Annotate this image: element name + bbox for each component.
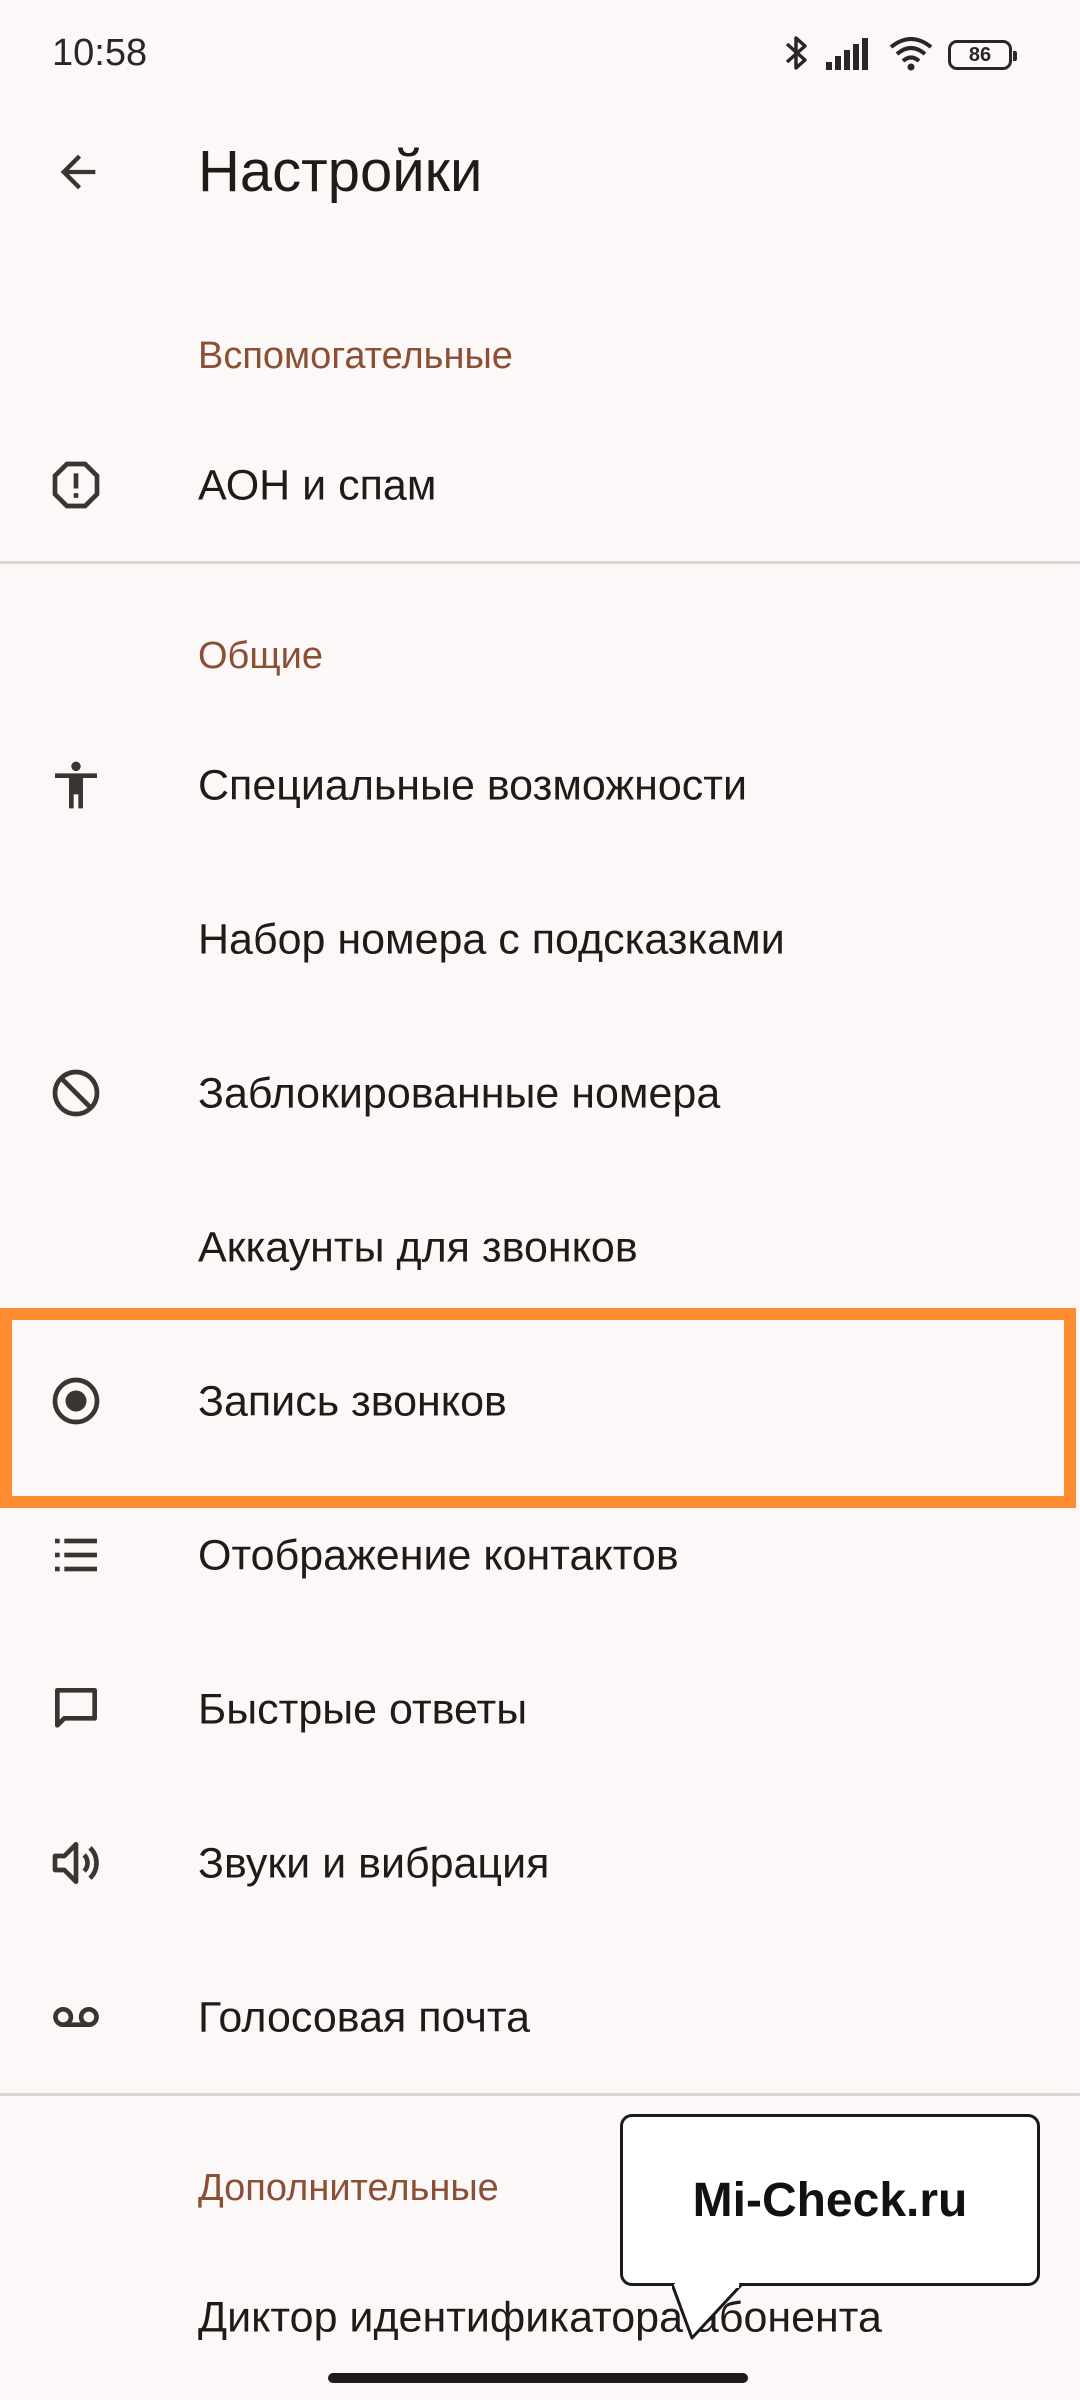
settings-item-label: Диктор идентификатора абонента: [198, 2293, 882, 2342]
list-icon: [40, 1519, 112, 1591]
watermark-tail: [672, 2282, 744, 2340]
volume-icon: [40, 1827, 112, 1899]
status-time: 10:58: [52, 32, 148, 74]
bluetooth-icon: [784, 33, 810, 78]
gesture-nav-handle[interactable]: [328, 2373, 748, 2383]
settings-item-voicemail[interactable]: Голосовая почта: [0, 1941, 1080, 2095]
settings-item-quick-responses[interactable]: Быстрые ответы: [0, 1633, 1080, 1787]
settings-item-label: Аккаунты для звонков: [198, 1223, 638, 1272]
section-header-auxiliary: Вспомогательные: [198, 335, 513, 377]
settings-item-assisted-dialing[interactable]: Набор номера с подсказками: [0, 863, 1080, 1017]
settings-item-label: Специальные возможности: [198, 761, 747, 810]
settings-item-label: Набор номера с подсказками: [198, 915, 785, 964]
spam-alert-icon: [40, 449, 112, 521]
back-button[interactable]: [40, 134, 116, 210]
page-title: Настройки: [198, 139, 483, 204]
block-icon: [40, 1057, 112, 1129]
section-header-additional: Дополнительные: [198, 2167, 499, 2209]
settings-item-label: Быстрые ответы: [198, 1685, 528, 1734]
message-icon: [40, 1673, 112, 1745]
settings-item-label: АОН и спам: [198, 461, 437, 510]
watermark: Mi-Check.ru: [620, 2114, 1040, 2286]
settings-item-label: Отображение контактов: [198, 1531, 679, 1580]
accessibility-icon: [40, 749, 112, 821]
voicemail-icon: [40, 1981, 112, 2053]
settings-item-accessibility[interactable]: Специальные возможности: [0, 709, 1080, 863]
wifi-icon: [888, 35, 934, 76]
battery-icon: 86: [948, 40, 1017, 70]
section-divider: [0, 2093, 1080, 2096]
settings-item-calling-accounts[interactable]: Аккаунты для звонков: [0, 1171, 1080, 1325]
section-header-general: Общие: [198, 635, 323, 677]
settings-item-label: Голосовая почта: [198, 1993, 531, 2042]
settings-item-label: Заблокированные номера: [198, 1069, 721, 1118]
status-icons: 86: [784, 30, 1017, 80]
highlight-frame: [0, 1308, 1076, 1508]
settings-item-blocked-numbers[interactable]: Заблокированные номера: [0, 1017, 1080, 1171]
arrow-back-icon: [60, 154, 96, 190]
settings-item-sounds-vibration[interactable]: Звуки и вибрация: [0, 1787, 1080, 1941]
signal-icon: [824, 36, 874, 75]
settings-item-caller-id-spam[interactable]: АОН и спам: [0, 409, 1080, 563]
section-divider: [0, 561, 1080, 564]
settings-item-label: Звуки и вибрация: [198, 1839, 550, 1888]
status-bar: 10:58 86: [0, 0, 1080, 112]
app-bar: Настройки: [0, 112, 1080, 232]
